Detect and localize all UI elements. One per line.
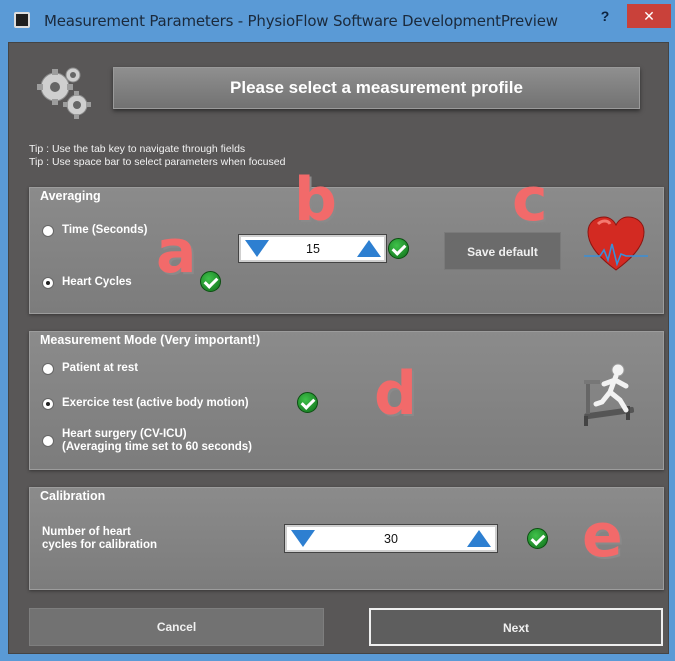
measurement-mode-group: Measurement Mode (Very important!) Patie… <box>29 331 664 470</box>
radio-label: Heart surgery (CV-ICU) (Averaging time s… <box>62 428 253 453</box>
cancel-button[interactable]: Cancel <box>29 608 324 646</box>
radio-button[interactable] <box>42 363 54 375</box>
page-title: Please select a measurement profile <box>113 67 640 109</box>
annotation-label: e <box>582 501 623 571</box>
window-title: Measurement Parameters - PhysioFlow Soft… <box>44 12 558 30</box>
radio-button[interactable] <box>42 277 54 289</box>
increment-arrow-icon[interactable] <box>467 530 491 547</box>
radio-label: Time (Seconds) <box>62 224 148 236</box>
radio-time-seconds[interactable]: Time (Seconds) <box>42 224 147 237</box>
radio-label: Heart Cycles <box>62 276 132 288</box>
annotation-label: d <box>374 359 417 429</box>
check-icon <box>297 392 318 413</box>
increment-arrow-icon[interactable] <box>357 240 381 257</box>
title-bar: Measurement Parameters - PhysioFlow Soft… <box>0 0 675 42</box>
stepper-value[interactable]: 15 <box>273 242 353 256</box>
radio-patient-at-rest[interactable]: Patient at rest <box>42 362 138 375</box>
check-icon <box>527 528 548 549</box>
save-default-button[interactable]: Save default <box>444 232 561 270</box>
tip-text: Tip : Use the tab key to navigate throug… <box>29 143 246 155</box>
gears-logo-icon <box>37 67 91 119</box>
decrement-arrow-icon[interactable] <box>291 530 315 547</box>
annotation-label: a <box>156 217 197 287</box>
help-button[interactable]: ? <box>596 8 614 26</box>
radio-heart-surgery[interactable]: Heart surgery (CV-ICU) (Averaging time s… <box>42 428 252 454</box>
treadmill-runner-icon <box>584 363 635 426</box>
calibration-label: Number of heart cycles for calibration <box>42 526 158 551</box>
dialog-body: Please select a measurement profile Tip … <box>8 42 669 654</box>
averaging-group: Averaging Time (Seconds) Heart Cycles 15… <box>29 170 664 314</box>
next-button[interactable]: Next <box>369 608 663 646</box>
close-button[interactable]: ✕ <box>627 4 671 28</box>
radio-exercice-test[interactable]: Exercice test (active body motion) <box>42 397 249 410</box>
radio-button[interactable] <box>42 225 54 237</box>
averaging-title: Averaging <box>40 189 101 203</box>
radio-button[interactable] <box>42 435 54 447</box>
radio-button[interactable] <box>42 398 54 410</box>
annotation-label: b <box>294 165 337 235</box>
measurement-mode-title: Measurement Mode (Very important!) <box>40 333 261 347</box>
heart-icon <box>584 216 648 271</box>
radio-label: Exercice test (active body motion) <box>62 397 249 409</box>
radio-heart-cycles[interactable]: Heart Cycles <box>42 276 132 289</box>
radio-label: Patient at rest <box>62 362 139 374</box>
app-icon <box>14 12 30 28</box>
calibration-group: Calibration Number of heart cycles for c… <box>29 487 664 590</box>
stepper-value[interactable]: 30 <box>325 532 457 546</box>
dialog-window: Measurement Parameters - PhysioFlow Soft… <box>0 0 675 661</box>
tip-text: Tip : Use space bar to select parameters… <box>29 156 286 168</box>
annotation-label: c <box>512 165 548 235</box>
calibration-title: Calibration <box>40 489 106 503</box>
averaging-stepper[interactable]: 15 <box>238 234 387 263</box>
decrement-arrow-icon[interactable] <box>245 240 269 257</box>
check-icon <box>200 271 221 292</box>
check-icon <box>388 238 409 259</box>
calibration-stepper[interactable]: 30 <box>284 524 498 553</box>
